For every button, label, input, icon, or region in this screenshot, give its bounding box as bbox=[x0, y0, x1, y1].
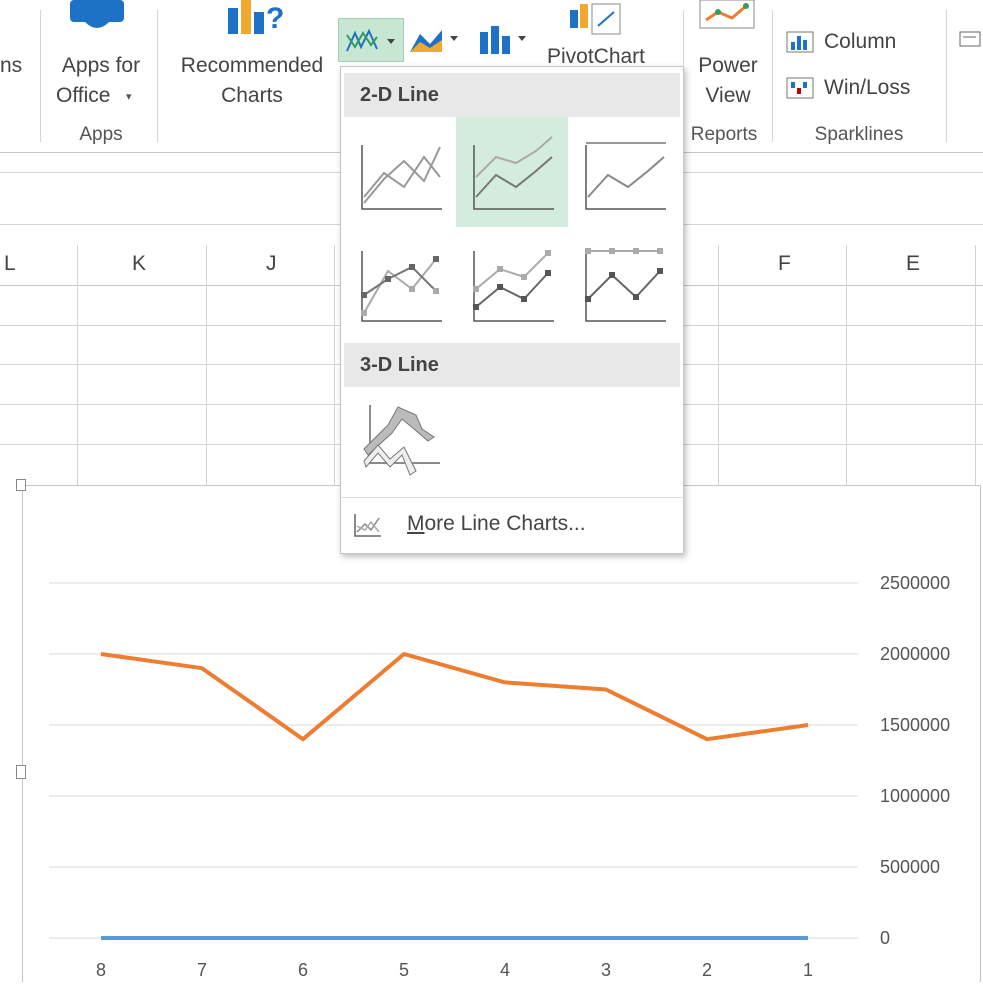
grid-line bbox=[718, 245, 719, 485]
chart-plot: 2500000 2000000 1500000 1000000 500000 0 8 7 6 5 4… bbox=[49, 573, 950, 980]
sparkline-column-icon bbox=[786, 31, 814, 53]
svg-text:?: ? bbox=[266, 2, 284, 35]
series-line-0[interactable] bbox=[100, 652, 809, 742]
recommended-charts-label-2: Charts bbox=[221, 84, 283, 107]
recommended-charts-icon: ? bbox=[228, 0, 284, 35]
section-header-3d-line: 3-D Line bbox=[344, 343, 680, 387]
combo-chart-icon bbox=[480, 26, 526, 54]
group-label-reports: Reports bbox=[690, 124, 758, 145]
section-header-2d-line: 2-D Line bbox=[344, 73, 680, 117]
sparkline-column-label: Column bbox=[824, 30, 897, 53]
x-tick-label: 4 bbox=[500, 960, 510, 980]
apps-for-office-button[interactable]: Apps for Office ▾ bbox=[48, 0, 154, 118]
partial-button-label: ns bbox=[0, 54, 23, 77]
more-line-charts-item[interactable]: More Line Charts... bbox=[341, 497, 683, 554]
group-separator bbox=[946, 10, 947, 142]
sparkline-column-button[interactable]: Column bbox=[786, 26, 926, 58]
area-chart-icon bbox=[410, 30, 458, 52]
x-tick-label: 2 bbox=[702, 960, 712, 980]
grid-line bbox=[846, 245, 847, 485]
y-tick-label: 500000 bbox=[880, 857, 940, 877]
store-icon bbox=[70, 0, 124, 28]
x-tick-label: 5 bbox=[399, 960, 409, 980]
100-stacked-line-chart-option[interactable] bbox=[568, 117, 680, 227]
grid-line bbox=[334, 245, 335, 485]
slicer-icon[interactable] bbox=[958, 30, 983, 50]
power-view-button[interactable]: Power View bbox=[686, 0, 770, 118]
row-edge bbox=[0, 485, 8, 981]
line-with-markers-icon bbox=[361, 251, 442, 322]
insert-area-chart-button[interactable] bbox=[408, 22, 466, 62]
pivotchart-label[interactable]: PivotChart bbox=[540, 40, 652, 64]
line-chart-option[interactable] bbox=[344, 117, 456, 227]
x-tick-label: 6 bbox=[298, 960, 308, 980]
group-separator bbox=[40, 10, 41, 142]
y-tick-label: 2500000 bbox=[880, 573, 950, 593]
line-chart-small-icon bbox=[354, 514, 381, 537]
stacked-line-markers-option[interactable] bbox=[456, 231, 568, 341]
group-label-sparklines: Sparklines bbox=[814, 124, 904, 145]
grid-line bbox=[206, 245, 207, 485]
line-chart-dropdown: 2-D Line 3-D Line More Line Charts... bbox=[340, 66, 684, 554]
y-tick-label: 0 bbox=[880, 928, 890, 948]
more-line-charts-label: More Line Charts... bbox=[407, 512, 586, 535]
group-separator bbox=[772, 10, 773, 142]
power-view-label-1: Power bbox=[698, 54, 758, 77]
stacked-line-icon bbox=[473, 136, 554, 210]
apps-for-office-label-1: Apps for bbox=[61, 54, 141, 77]
column-header-k[interactable]: K bbox=[132, 247, 146, 281]
insert-line-chart-button[interactable] bbox=[338, 18, 404, 62]
grid-line bbox=[77, 245, 78, 485]
y-tick-label: 1500000 bbox=[880, 715, 950, 735]
sparkline-winloss-label: Win/Loss bbox=[824, 76, 911, 99]
x-tick-label: 1 bbox=[803, 960, 813, 980]
sparkline-winloss-button[interactable]: Win/Loss bbox=[786, 72, 936, 104]
power-view-icon bbox=[699, 0, 755, 29]
power-view-label-2: View bbox=[705, 84, 751, 107]
line-icon bbox=[361, 145, 442, 210]
group-label-apps: Apps bbox=[79, 124, 123, 145]
x-tick-label: 7 bbox=[197, 960, 207, 980]
recommended-charts-button[interactable]: ? Recommended Charts bbox=[166, 0, 338, 118]
group-separator bbox=[157, 10, 158, 142]
3d-line-chart-option[interactable] bbox=[344, 389, 456, 499]
stacked-line-chart-option[interactable] bbox=[456, 117, 568, 227]
insert-combo-chart-button[interactable] bbox=[476, 22, 534, 62]
100-stacked-line-icon bbox=[585, 142, 666, 210]
apps-for-office-label-2: Office bbox=[56, 84, 111, 107]
column-header-e[interactable]: E bbox=[906, 247, 920, 281]
sparkline-winloss-icon bbox=[786, 77, 814, 99]
100-stacked-line-markers-icon bbox=[585, 248, 666, 322]
chart-resize-handle[interactable] bbox=[16, 479, 26, 491]
column-header-j[interactable]: J bbox=[266, 247, 277, 281]
100-stacked-line-markers-option[interactable] bbox=[568, 231, 680, 341]
line-chart[interactable]: 2500000 2000000 1500000 1000000 500000 0 8 7 6 5 4… bbox=[22, 485, 981, 982]
column-header-l[interactable]: L bbox=[4, 247, 16, 281]
stacked-line-markers-icon bbox=[473, 250, 554, 322]
y-tick-label: 2000000 bbox=[880, 644, 950, 664]
line-with-markers-option[interactable] bbox=[344, 231, 456, 341]
line-chart-icon bbox=[346, 28, 395, 52]
chart-resize-handle[interactable] bbox=[16, 765, 26, 779]
recommended-charts-label-1: Recommended bbox=[180, 54, 324, 77]
pivotchart-icon bbox=[566, 0, 626, 40]
chevron-down-icon: ▾ bbox=[126, 91, 132, 103]
y-tick-label: 1000000 bbox=[880, 786, 950, 806]
column-header-f[interactable]: F bbox=[778, 247, 791, 281]
x-tick-label: 8 bbox=[96, 960, 106, 980]
x-tick-label: 3 bbox=[601, 960, 611, 980]
3d-line-icon bbox=[363, 405, 440, 476]
grid-line bbox=[975, 245, 976, 485]
